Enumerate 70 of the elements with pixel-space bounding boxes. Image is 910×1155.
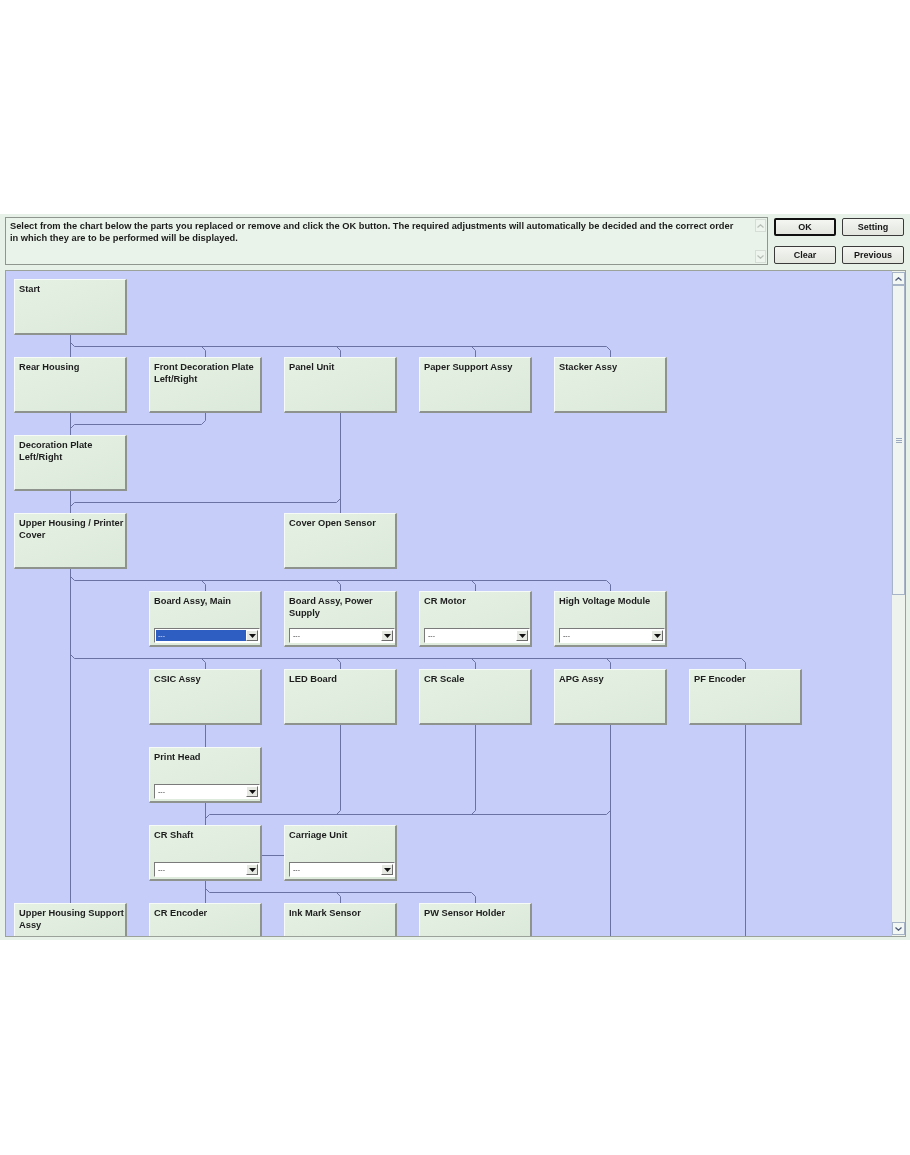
part-node[interactable]: Front Decoration Plate Left/Right xyxy=(149,357,262,413)
part-label: Stacker Assy xyxy=(559,362,619,374)
part-label: LED Board xyxy=(289,674,339,686)
dialog-button[interactable]: OK xyxy=(774,218,836,236)
part-label: CR Encoder xyxy=(154,908,209,920)
dropdown-arrow-button[interactable] xyxy=(516,630,528,641)
part-label: Upper Housing / Printer Cover xyxy=(19,518,125,541)
part-label: High Voltage Module xyxy=(559,596,652,608)
connector-line xyxy=(261,855,285,856)
caret-down-icon xyxy=(653,633,661,638)
instruction-text: Select from the chart below the parts you replaced or remove and click the OK button. The required adjustments will automatically be decided and the correct order in which they are to be performed will be displayed. xyxy=(9,220,735,245)
part-label: Paper Support Assy xyxy=(424,362,514,374)
part-label: PW Sensor Holder xyxy=(424,908,507,920)
dropdown-arrow-button[interactable] xyxy=(651,630,663,641)
part-node[interactable]: LED Board xyxy=(284,669,397,725)
part-node[interactable]: Cover Open Sensor xyxy=(284,513,397,569)
chevron-up-icon xyxy=(895,276,902,281)
part-label: CR Scale xyxy=(424,674,466,686)
part-node[interactable]: Panel Unit xyxy=(284,357,397,413)
part-node[interactable]: CSIC Assy xyxy=(149,669,262,725)
part-label: Cover Open Sensor xyxy=(289,518,377,530)
grip-icon xyxy=(895,437,902,443)
part-label: CR Shaft xyxy=(154,830,195,842)
part-label: PF Encoder xyxy=(694,674,747,686)
chevron-down-icon xyxy=(757,254,764,259)
part-label: Print Head xyxy=(154,752,202,764)
caret-down-icon xyxy=(383,867,391,872)
part-label: Ink Mark Sensor xyxy=(289,908,362,920)
dropdown-arrow-button[interactable] xyxy=(246,786,258,797)
scroll-up-button[interactable] xyxy=(892,272,905,285)
part-label: Rear Housing xyxy=(19,362,81,374)
dialog-button[interactable]: Previous xyxy=(842,246,904,264)
part-label: CR Motor xyxy=(424,596,467,608)
part-label: Front Decoration Plate Left/Right xyxy=(154,362,255,385)
dropdown-arrow-button[interactable] xyxy=(246,864,258,875)
dialog-button[interactable]: Clear xyxy=(774,246,836,264)
part-label: APG Assy xyxy=(559,674,605,686)
part-label: Board Assy, Power Supply xyxy=(289,596,374,619)
part-node[interactable]: PF Encoder xyxy=(689,669,802,725)
part-node[interactable]: Stacker Assy xyxy=(554,357,667,413)
chevron-down-icon xyxy=(895,926,902,931)
caret-down-icon xyxy=(518,633,526,638)
scroll-down-button[interactable] xyxy=(892,922,905,935)
chevron-up-icon xyxy=(757,223,764,228)
part-node[interactable]: Decoration Plate Left/Right xyxy=(14,435,127,491)
part-node[interactable]: Start xyxy=(14,279,127,335)
part-label: Board Assy, Main xyxy=(154,596,232,608)
part-label: CSIC Assy xyxy=(154,674,202,686)
dropdown-arrow-button[interactable] xyxy=(246,630,258,641)
caret-down-icon xyxy=(248,789,256,794)
scrollbar-thumb[interactable] xyxy=(892,285,905,595)
part-label: Panel Unit xyxy=(289,362,336,374)
part-node[interactable]: APG Assy xyxy=(554,669,667,725)
part-node[interactable]: Upper Housing / Printer Cover xyxy=(14,513,127,569)
part-node[interactable]: CR Encoder xyxy=(149,903,262,936)
part-label: Decoration Plate Left/Right xyxy=(19,440,94,463)
connector-line xyxy=(205,724,206,748)
caret-down-icon xyxy=(248,633,256,638)
part-node[interactable]: Paper Support Assy xyxy=(419,357,532,413)
caret-down-icon xyxy=(248,867,256,872)
part-node[interactable]: Ink Mark Sensor xyxy=(284,903,397,936)
part-label: Carriage Unit xyxy=(289,830,349,842)
dropdown-arrow-button[interactable] xyxy=(381,864,393,875)
caret-down-icon xyxy=(383,633,391,638)
dialog-button[interactable]: Setting xyxy=(842,218,904,236)
part-node[interactable]: PW Sensor Holder xyxy=(419,903,532,936)
part-node[interactable]: Rear Housing xyxy=(14,357,127,413)
part-label: Start xyxy=(19,284,42,296)
dropdown-arrow-button[interactable] xyxy=(381,630,393,641)
part-node[interactable]: CR Scale xyxy=(419,669,532,725)
